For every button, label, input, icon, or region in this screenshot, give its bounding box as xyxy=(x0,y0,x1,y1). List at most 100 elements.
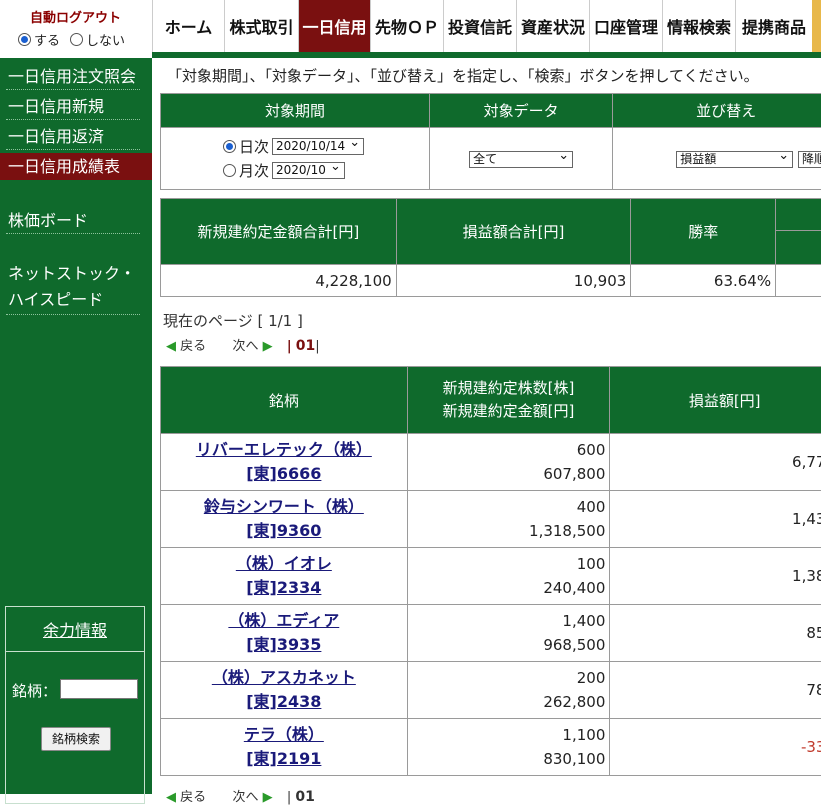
main-nav: ホーム 株式取引 一日信用 先物ＯＰ 投資信託 資産状況 口座管理 情報検索 提… xyxy=(152,0,812,52)
nav-partner-products[interactable]: 提携商品 xyxy=(735,0,812,52)
pl-value: -338 xyxy=(610,719,821,776)
stock-name-link[interactable]: （株）エディア xyxy=(228,611,339,630)
auto-logout-off-radio[interactable] xyxy=(70,33,83,46)
table-row: テラ（株） [東]2191 1,100830,100-338 xyxy=(161,719,821,776)
results-table: 銘柄 新規建約定株数[株] 新規建約定金額[円] 損益額[円] リバーエレテック… xyxy=(160,366,821,776)
instruction-text: 「対象期間」、「対象データ」、「並び替え」を指定し、「検索」ボタンを押してくださ… xyxy=(167,65,759,86)
stock-code-link[interactable]: [東]2334 xyxy=(246,578,321,597)
stock-name-link[interactable]: 鈴与シンワート（株） xyxy=(204,497,364,516)
sort-order-select[interactable]: 降順 xyxy=(798,151,821,168)
paging-nav-bottom: ◀ 戻る 次へ ▶ | 01 xyxy=(166,786,315,805)
table-row: 鈴与シンワート（株） [東]9360 4001,318,5001,436 xyxy=(161,491,821,548)
sidebar-item-netstock[interactable]: ネットストック・ ハイスピード xyxy=(0,261,152,315)
stock-code-link[interactable]: [東]9360 xyxy=(246,521,321,540)
summary-table: 新規建約定金額合計[円] 損益額合計[円] 勝率 4,228,100 10,90… xyxy=(160,198,821,297)
summary-pl: 10,903 xyxy=(396,265,631,297)
monthly-radio[interactable] xyxy=(223,164,236,177)
daily-date-select[interactable]: 2020/10/14 xyxy=(272,138,364,155)
pl-value: 856 xyxy=(610,605,821,662)
stock-name-link[interactable]: テラ（株） xyxy=(244,725,324,744)
pl-value: 788 xyxy=(610,662,821,719)
nav-underline xyxy=(152,52,821,58)
stock-code-link[interactable]: [東]3935 xyxy=(246,635,321,654)
auto-logout-on-radio[interactable] xyxy=(18,33,31,46)
amount-value: 262,800 xyxy=(409,690,606,714)
stock-code-input[interactable] xyxy=(60,679,138,699)
auto-logout-on-label: する xyxy=(34,30,60,49)
sort-select[interactable]: 損益額 xyxy=(676,151,793,168)
stock-search-button[interactable]: 銘柄検索 xyxy=(41,727,111,751)
qty-value: 600 xyxy=(409,438,606,462)
stock-code-link[interactable]: [東]6666 xyxy=(246,464,321,483)
sidebar-item-stock-board[interactable]: 株価ボード xyxy=(0,207,152,234)
qty-value: 1,400 xyxy=(409,609,606,633)
summary-winrate: 63.64% xyxy=(631,265,776,297)
yoryoku-panel: 余力情報 銘柄： 銘柄検索 xyxy=(5,606,145,804)
nav-investment-trust[interactable]: 投資信託 xyxy=(443,0,516,52)
pl-value: 6,772 xyxy=(610,434,821,491)
table-row: （株）エディア [東]3935 1,400968,500856 xyxy=(161,605,821,662)
stock-cell: テラ（株） [東]2191 xyxy=(161,719,408,776)
qty-value: 1,100 xyxy=(409,723,606,747)
results-header-pl: 損益額[円] xyxy=(610,367,821,434)
sidebar-item-results[interactable]: 一日信用成績表 xyxy=(0,153,152,180)
qty-cell: 100240,400 xyxy=(407,548,610,605)
next-link[interactable]: 次へ xyxy=(232,339,258,354)
yoryoku-label: 銘柄： xyxy=(12,680,57,701)
pl-value: 1,389 xyxy=(610,548,821,605)
stock-name-link[interactable]: リバーエレテック（株） xyxy=(196,440,372,459)
page-01[interactable]: 01 xyxy=(296,338,315,354)
data-header: 対象データ xyxy=(430,94,613,128)
prev-arrow-icon: ◀ xyxy=(166,339,176,354)
sidebar-item-repay[interactable]: 一日信用返済 xyxy=(0,123,152,150)
summary-header-amount: 新規建約定金額合計[円] xyxy=(161,199,397,265)
qty-cell: 600607,800 xyxy=(407,434,610,491)
top-bar: 自動ログアウト する しない ホーム 株式取引 一日信用 先物ＯＰ 投資信託 資… xyxy=(0,0,821,58)
daily-radio[interactable] xyxy=(223,140,236,153)
amount-value: 240,400 xyxy=(409,576,606,600)
prev-link[interactable]: 戻る xyxy=(180,339,206,354)
paging-nav: ◀ 戻る 次へ ▶ | 01| xyxy=(166,335,320,354)
nav-day-margin[interactable]: 一日信用 xyxy=(298,0,370,52)
sidebar: 一日信用注文照会 一日信用新規 一日信用返済 一日信用成績表 株価ボード ネット… xyxy=(0,58,152,794)
next-arrow-icon: ▶ xyxy=(263,339,273,354)
results-header-name: 銘柄 xyxy=(161,367,408,434)
stock-name-link[interactable]: （株）アスカネット xyxy=(212,668,356,687)
nav-info-search[interactable]: 情報検索 xyxy=(662,0,735,52)
results-header-qty: 新規建約定株数[株] 新規建約定金額[円] xyxy=(407,367,610,434)
stock-cell: （株）アスカネット [東]2438 xyxy=(161,662,408,719)
qty-cell: 1,400968,500 xyxy=(407,605,610,662)
nav-stock-trading[interactable]: 株式取引 xyxy=(224,0,298,52)
qty-cell: 4001,318,500 xyxy=(407,491,610,548)
current-page: 現在のページ [ 1/1 ] xyxy=(163,310,303,331)
qty-value: 200 xyxy=(409,666,606,690)
period-header: 対象期間 xyxy=(161,94,430,128)
data-select[interactable]: 全て xyxy=(469,151,573,168)
table-row: リバーエレテック（株） [東]6666 600607,8006,772 xyxy=(161,434,821,491)
nav-futures-options[interactable]: 先物ＯＰ xyxy=(370,0,443,52)
stock-cell: （株）エディア [東]3935 xyxy=(161,605,408,662)
stock-code-link[interactable]: [東]2191 xyxy=(246,749,321,768)
table-row: （株）アスカネット [東]2438 200262,800788 xyxy=(161,662,821,719)
nav-account[interactable]: 口座管理 xyxy=(589,0,662,52)
daily-label: 日次 xyxy=(239,136,269,157)
stock-code-link[interactable]: [東]2438 xyxy=(246,692,321,711)
table-row: （株）イオレ [東]2334 100240,4001,389 xyxy=(161,548,821,605)
sidebar-item-order-inquiry[interactable]: 一日信用注文照会 xyxy=(0,63,152,90)
summary-header-winrate: 勝率 xyxy=(631,199,776,265)
sidebar-item-new[interactable]: 一日信用新規 xyxy=(0,93,152,120)
summary-amount: 4,228,100 xyxy=(161,265,397,297)
stock-name-link[interactable]: （株）イオレ xyxy=(236,554,332,573)
nav-assets[interactable]: 資産状況 xyxy=(516,0,589,52)
qty-cell: 200262,800 xyxy=(407,662,610,719)
amount-value: 607,800 xyxy=(409,462,606,486)
yoryoku-title[interactable]: 余力情報 xyxy=(6,617,144,641)
pl-value: 1,436 xyxy=(610,491,821,548)
nav-scroll-arrow[interactable] xyxy=(812,0,821,52)
qty-cell: 1,100830,100 xyxy=(407,719,610,776)
auto-logout-title: 自動ログアウト xyxy=(30,7,121,26)
stock-cell: （株）イオレ [東]2334 xyxy=(161,548,408,605)
auto-logout: 自動ログアウト する しない xyxy=(0,0,152,52)
nav-home[interactable]: ホーム xyxy=(152,0,224,52)
monthly-date-select[interactable]: 2020/10 xyxy=(272,162,345,179)
